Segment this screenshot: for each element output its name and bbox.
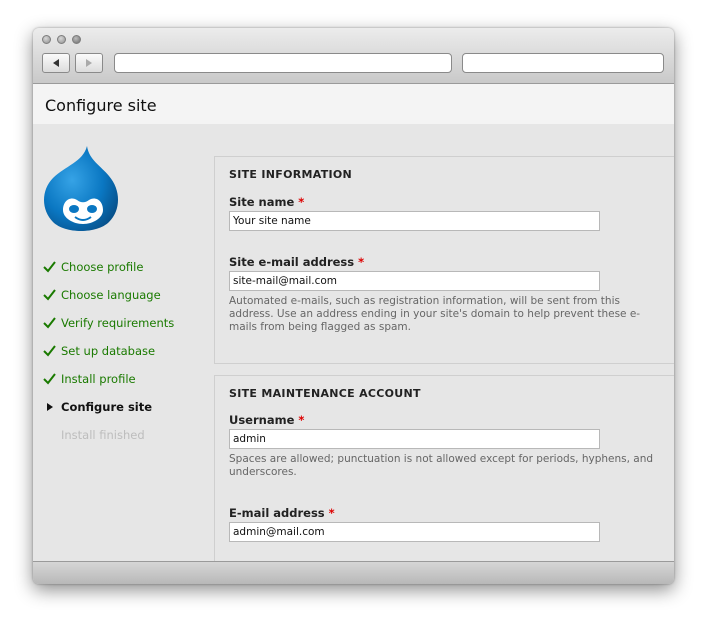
address-bar[interactable]	[114, 53, 452, 73]
site-name-input[interactable]: Your site name	[229, 211, 600, 231]
minimize-window-button[interactable]	[57, 35, 66, 44]
required-marker: *	[298, 195, 305, 209]
site-maintenance-account-fieldset: SITE MAINTENANCE ACCOUNT Username * admi…	[214, 375, 674, 561]
back-arrow-icon	[53, 59, 59, 67]
browser-window: Configure site Choose profile Choose lan…	[33, 28, 674, 584]
step-label: Choose language	[61, 288, 161, 302]
close-window-button[interactable]	[42, 35, 51, 44]
site-information-fieldset: SITE INFORMATION Site name * Your site n…	[214, 156, 674, 364]
required-marker: *	[298, 413, 305, 427]
email-address-input[interactable]: admin@mail.com	[229, 522, 600, 542]
checkmark-icon	[43, 261, 56, 273]
site-email-input[interactable]: site-mail@mail.com	[229, 271, 600, 291]
forward-button[interactable]	[75, 53, 103, 73]
checkmark-icon	[43, 289, 56, 301]
required-marker: *	[328, 506, 335, 520]
site-name-label: Site name *	[229, 195, 305, 209]
installer-page: Configure site Choose profile Choose lan…	[33, 84, 674, 561]
step-label: Verify requirements	[61, 316, 175, 330]
drupal-logo	[44, 146, 118, 231]
checkmark-icon	[43, 373, 56, 385]
username-label: Username *	[229, 413, 305, 427]
forward-arrow-icon	[86, 59, 92, 67]
step-set-up-database: Set up database	[43, 344, 213, 372]
step-choose-profile: Choose profile	[43, 260, 213, 288]
step-choose-language: Choose language	[43, 288, 213, 316]
fieldset-legend: SITE INFORMATION	[229, 168, 353, 181]
username-input[interactable]: admin	[229, 429, 600, 449]
step-install-profile: Install profile	[43, 372, 213, 400]
username-description: Spaces are allowed; punctuation is not a…	[229, 453, 654, 478]
page-header: Configure site	[33, 84, 674, 124]
email-address-label: E-mail address *	[229, 506, 335, 520]
checkmark-icon	[43, 317, 56, 329]
install-steps: Choose profile Choose language Verify re…	[43, 260, 213, 456]
required-marker: *	[358, 255, 365, 269]
step-install-finished: Install finished	[43, 428, 213, 456]
browser-toolbar	[33, 28, 674, 84]
zoom-window-button[interactable]	[72, 35, 81, 44]
current-step-arrow-icon	[47, 403, 53, 411]
site-email-label: Site e-mail address *	[229, 255, 365, 269]
step-verify-requirements: Verify requirements	[43, 316, 213, 344]
site-email-description: Automated e-mails, such as registration …	[229, 295, 641, 333]
search-bar[interactable]	[462, 53, 664, 73]
fieldset-legend: SITE MAINTENANCE ACCOUNT	[229, 387, 421, 400]
step-configure-site: Configure site	[43, 400, 213, 428]
step-label: Choose profile	[61, 260, 144, 274]
back-button[interactable]	[42, 53, 70, 73]
browser-status-bar	[33, 561, 674, 584]
checkmark-icon	[43, 345, 56, 357]
step-label: Set up database	[61, 344, 156, 358]
step-label: Install finished	[61, 428, 145, 442]
step-label: Install profile	[61, 372, 136, 386]
step-label: Configure site	[61, 400, 153, 414]
page-title: Configure site	[45, 96, 157, 115]
